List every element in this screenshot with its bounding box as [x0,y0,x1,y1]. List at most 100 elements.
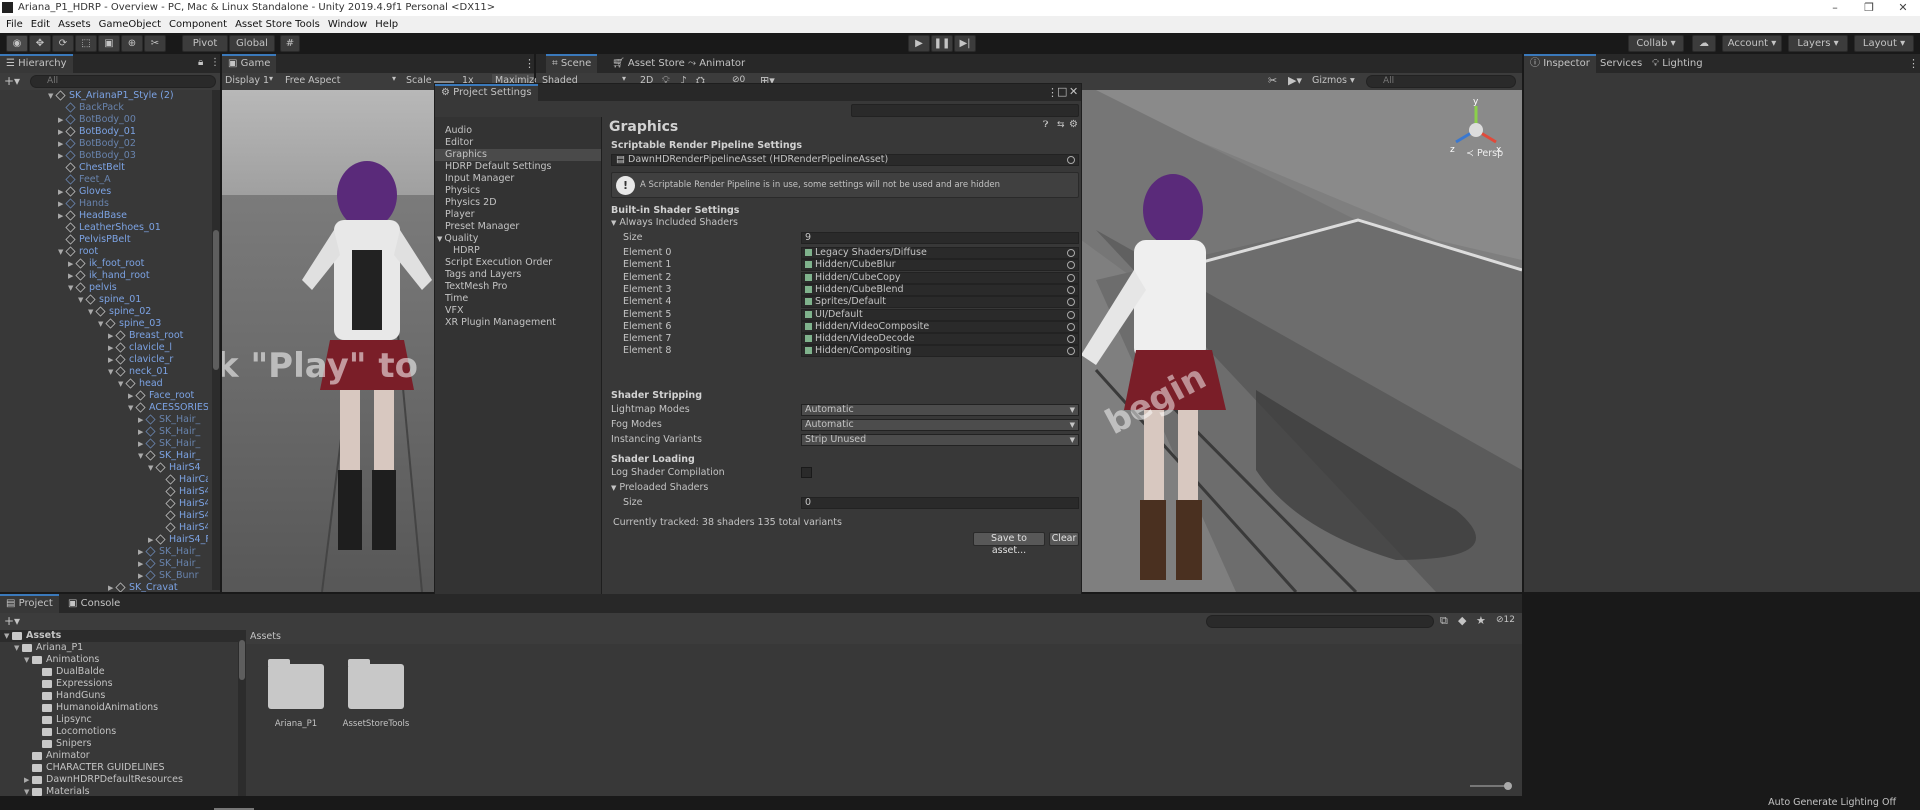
shader-object-field[interactable]: Hidden/CubeBlur [801,259,1079,272]
settings-category-item[interactable]: Input Manager [445,173,514,185]
settings-category-item[interactable]: HDRP [453,245,480,257]
settings-category-item[interactable]: Editor [445,137,473,149]
menu-help[interactable]: Help [375,19,398,30]
project-tree-item[interactable]: ▼ Ariana_P1 [14,642,83,654]
foldout-arrow-icon[interactable]: ▶ [24,774,32,786]
hierarchy-item[interactable]: ▼ root [58,246,98,258]
settings-category-item[interactable]: HDRP Default Settings [445,161,552,173]
hierarchy-item[interactable]: ▶ BotBody_02 [58,138,136,150]
shader-object-field[interactable]: UI/Default [801,308,1079,321]
play-button[interactable]: ▶ [908,35,930,52]
project-tree-item[interactable]: ▼ Animations [24,654,99,666]
hierarchy-item[interactable]: BackPack [58,102,124,114]
display-dropdown[interactable]: Display 1 [225,75,269,86]
hierarchy-item[interactable]: HairS4 [158,522,208,534]
tab-services[interactable]: Services [1594,54,1648,73]
object-picker-icon[interactable] [1067,310,1075,319]
settings-category-item[interactable]: TextMesh Pro [445,281,507,293]
hierarchy-item[interactable]: ▶ ik_foot_root [68,258,144,270]
foldout-arrow-icon[interactable]: ▼ [78,294,86,306]
step-button[interactable]: ▶| [954,35,976,52]
menu-assets[interactable]: Assets [58,19,91,30]
hierarchy-item[interactable]: ▶ BotBody_03 [58,150,136,162]
project-tree-item[interactable]: Snipers [34,738,91,750]
shader-object-field[interactable]: Sprites/Default [801,296,1079,309]
foldout-arrow-icon[interactable]: ▶ [58,210,66,222]
custom-tool-icon[interactable]: ✂ [144,35,166,52]
hierarchy-item[interactable]: HairS4 [158,510,208,522]
foldout-arrow-icon[interactable]: ▶ [58,198,66,210]
settings-category-item[interactable]: ▼ Quality [437,233,478,245]
maximize-icon[interactable]: ❐ [1852,0,1886,16]
hidden-packages-icon[interactable]: ⊘12 [1496,615,1515,625]
preloaded-foldout[interactable]: ▼ Preloaded Shaders [611,482,708,494]
settings-category-item[interactable]: Preset Manager [445,221,519,233]
preloaded-size-input[interactable]: 0 [801,497,1079,509]
menu-edit[interactable]: Edit [31,19,50,30]
hierarchy-search-input[interactable]: All [30,75,216,88]
foldout-arrow-icon[interactable]: ▼ [98,318,106,330]
foldout-arrow-icon[interactable]: ▶ [58,126,66,138]
project-tree-item[interactable]: DualBalde [34,666,105,678]
object-picker-icon[interactable] [1067,335,1075,344]
persp-label[interactable]: ≺ Persp [1466,148,1503,159]
hierarchy-item[interactable]: ▶ ik_hand_root [68,270,150,282]
hierarchy-item[interactable]: ▶ SK_Hair_ [138,546,200,558]
foldout-arrow-icon[interactable]: ▼ [48,90,56,102]
lock-icon[interactable]: 🔒︎ [198,57,203,68]
filter-label-icon[interactable]: ◆ [1458,614,1466,627]
hierarchy-item[interactable]: ▶ HeadBase [58,210,127,222]
foldout-arrow-icon[interactable]: ▶ [108,342,116,354]
srp-asset-field[interactable]: ▤ DawnHDRenderPipelineAsset (HDRenderPip… [611,154,1079,166]
foldout-arrow-icon[interactable]: ▶ [138,438,146,450]
aspect-dropdown[interactable]: Free Aspect [285,75,340,86]
project-create-icon[interactable]: +▾ [4,614,20,628]
folder-icon[interactable] [348,659,404,709]
tab-scene[interactable]: ⌗ Scene [546,54,598,73]
project-tree-item[interactable]: ▶ DawnHDRPDefaultResources [24,774,183,786]
hierarchy-item[interactable]: HairS4 [158,498,208,510]
tab-animator[interactable]: ⤳ Animator [682,54,751,73]
camera-icon[interactable]: ▶▾ [1288,74,1302,87]
foldout-arrow-icon[interactable]: ▼ [108,366,116,378]
layers-dropdown[interactable]: Layers ▾ [1788,35,1848,52]
foldout-arrow-icon[interactable]: ▶ [108,330,116,342]
tab-hierarchy[interactable]: ☰ Hierarchy [0,54,73,73]
help-icon[interactable]: ❓︎ [1043,120,1048,130]
hierarchy-item[interactable]: ▶ SK_Hair_ [138,426,200,438]
project-settings-tab[interactable]: ⚙ Project Settings [435,84,538,101]
hierarchy-item[interactable]: ▶ Breast_root [108,330,183,342]
log-compilation-checkbox[interactable] [801,467,812,478]
zoom-slider[interactable] [1470,782,1512,790]
fog-dropdown[interactable]: Automatic ▼ [801,419,1079,431]
size-input[interactable]: 9 [801,232,1079,244]
settings-category-item[interactable]: Time [445,293,468,305]
hierarchy-item[interactable]: Feet_A [58,174,111,186]
inspector-lock-icon[interactable]: ⋮ [1908,57,1919,70]
hierarchy-item[interactable]: ChestBelt [58,162,125,174]
project-tree-item[interactable]: CHARACTER GUIDELINES [24,762,165,774]
hierarchy-item[interactable]: ▼ spine_02 [88,306,151,318]
hierarchy-item[interactable]: ▶ Face_root [128,390,194,402]
settings-category-item[interactable]: Script Execution Order [445,257,552,269]
hand-tool-icon[interactable]: ◉ [6,35,28,52]
scene-search-input[interactable]: All [1366,75,1516,88]
lightmap-dropdown[interactable]: Automatic ▼ [801,404,1079,416]
rect-tool-icon[interactable]: ▣ [98,35,120,52]
object-picker-icon[interactable] [1067,347,1075,356]
global-toggle[interactable]: Global [229,35,275,52]
settings-category-item[interactable]: XR Plugin Management [445,317,556,329]
game-menu-icon[interactable]: ⋮ [524,57,535,70]
breadcrumb[interactable]: Assets [250,631,281,642]
settings-category-item[interactable]: Player [445,209,475,221]
foldout-arrow-icon[interactable]: ▼ [4,630,12,642]
foldout-arrow-icon[interactable]: ▶ [138,426,146,438]
project-settings-search[interactable] [851,104,1079,117]
hierarchy-item[interactable]: ▶ clavicle_l [108,342,172,354]
move-tool-icon[interactable]: ✥ [29,35,51,52]
create-plus-icon[interactable]: +▾ [4,74,20,88]
scale-tool-icon[interactable]: ⬚ [75,35,97,52]
foldout-arrow-icon[interactable]: ▶ [108,354,116,366]
object-picker-icon[interactable] [1067,261,1075,270]
hierarchy-item[interactable]: ▼ SK_Hair_ [138,450,200,462]
